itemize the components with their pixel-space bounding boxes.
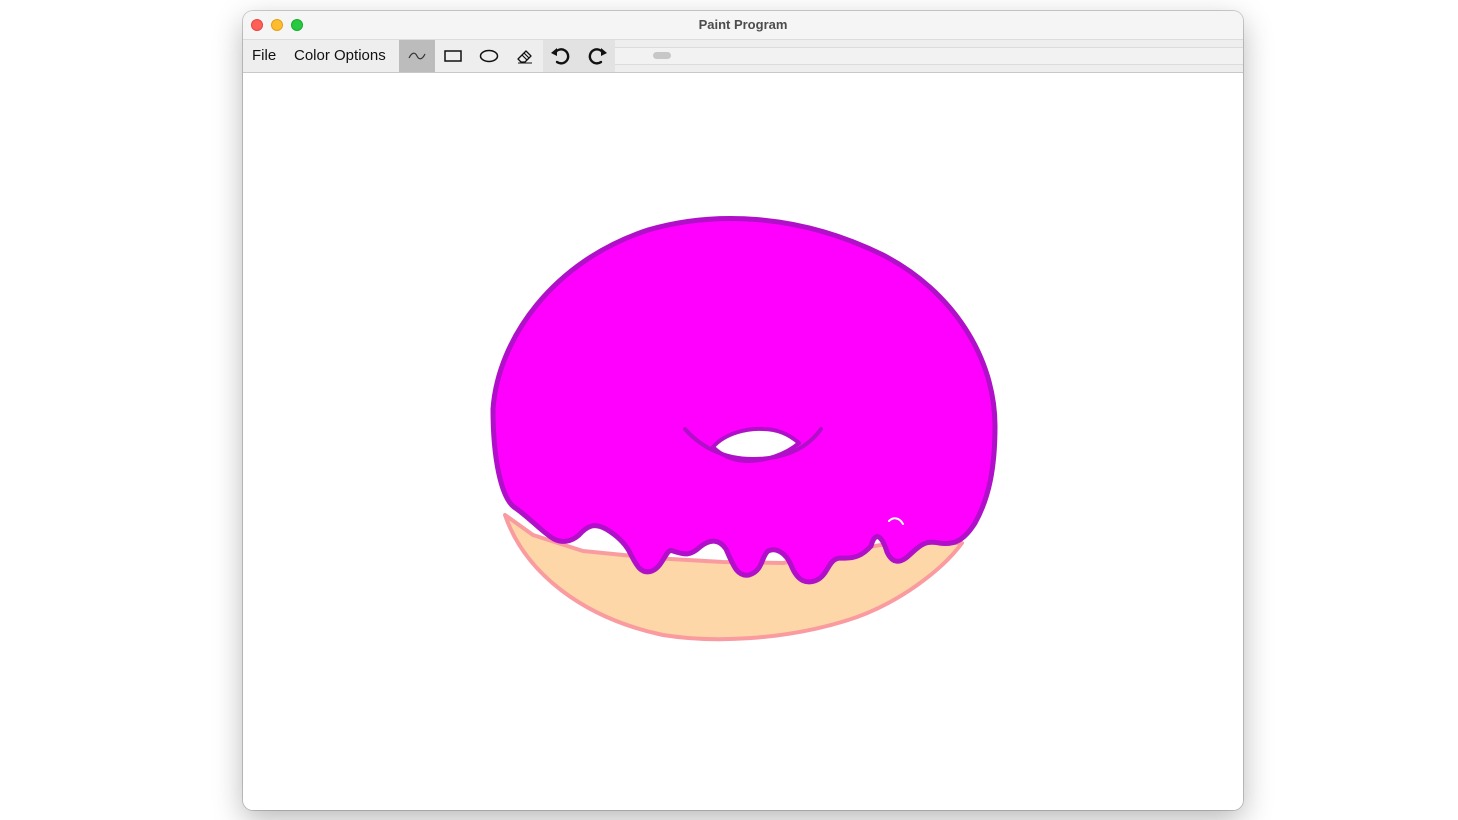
freehand-tool-button[interactable]	[399, 40, 435, 72]
toolbar: File Color Options	[243, 40, 1243, 73]
eraser-tool-button[interactable]	[507, 40, 543, 72]
paint-program-window: Paint Program File Color Options	[243, 11, 1243, 810]
oval-icon	[479, 49, 499, 63]
brush-size-slider[interactable]	[615, 47, 1243, 65]
brush-size-slider-thumb[interactable]	[653, 52, 671, 59]
eraser-icon	[517, 50, 532, 64]
undo-button[interactable]	[543, 40, 579, 72]
rectangle-icon	[444, 50, 462, 62]
rectangle-tool-button[interactable]	[435, 40, 471, 72]
redo-icon	[588, 48, 607, 65]
color-options-menu[interactable]: Color Options	[294, 40, 386, 72]
file-menu[interactable]: File	[252, 40, 276, 72]
title-bar[interactable]: Paint Program	[243, 11, 1243, 40]
window-title: Paint Program	[698, 17, 788, 32]
oval-tool-button[interactable]	[471, 40, 507, 72]
donut-icing	[490, 215, 998, 585]
undo-icon	[551, 48, 570, 65]
drawing-canvas[interactable]	[243, 73, 1243, 810]
donut-drawing	[490, 215, 998, 642]
redo-button[interactable]	[579, 40, 615, 72]
freehand-line-icon	[408, 52, 426, 60]
